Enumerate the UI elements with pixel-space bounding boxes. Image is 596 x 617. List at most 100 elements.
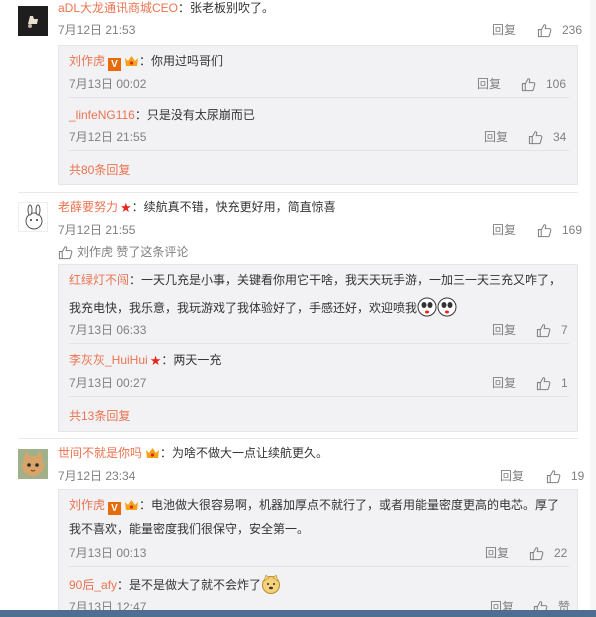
thumbs-up-icon <box>537 23 552 38</box>
thumbs-up-icon <box>537 223 552 238</box>
reply-text: 刘作虎 V ：电池做大很容易啊，机器加厚点不就行了，或者用能量密度更高的电芯。厚了 <box>69 496 559 515</box>
reply-username[interactable]: 90后_afy <box>69 578 117 592</box>
thumbs-up-icon <box>58 245 73 260</box>
like-count: 19 <box>571 469 585 483</box>
reply-body: 我充电快，我乐意，我玩游戏了我体验好了，手感还好，欢迎喷我 <box>69 301 418 315</box>
comment-username[interactable]: 世间不就是你吗 <box>58 446 142 460</box>
like-button[interactable]: 236 <box>537 22 582 38</box>
comment-body: ：张老板别吹了。 <box>178 1 275 15</box>
star-badge-icon: ★ <box>120 200 132 215</box>
comment-time: 7月12日 21:55 <box>58 223 136 237</box>
avatar[interactable] <box>18 449 48 479</box>
reply-text-continued: 我不喜欢，能量密度我们很保守，安全第一。 <box>69 520 309 538</box>
comment-time: 7月12日 21:53 <box>58 23 136 37</box>
reply-body: ：一天几充是小事，关键看你用它干啥，我天天玩手游，一加三一天三充又咋了， <box>129 273 562 287</box>
like-button[interactable]: 106 <box>521 76 566 92</box>
reply-text: 红绿灯不闯：一天几充是小事，关键看你用它干啥，我天天玩手游，一加三一天三充又咋了… <box>69 271 561 289</box>
comment-body: ：为啥不做大一点让续航更久。 <box>160 446 329 460</box>
reply-button[interactable]: 回复 <box>500 468 524 484</box>
scrollbar[interactable] <box>590 0 596 610</box>
reply-username[interactable]: 李灰灰_HuiHui <box>69 353 148 367</box>
avatar[interactable] <box>18 6 48 36</box>
reply-button[interactable]: 回复 <box>492 22 516 38</box>
thumbs-up-icon <box>536 323 551 338</box>
reply-body: ：两天一充 <box>161 353 222 367</box>
reply-button[interactable]: 回复 <box>492 222 516 238</box>
thumbs-up-icon <box>521 77 536 92</box>
like-count: 236 <box>562 23 583 37</box>
liked-by-text: 刘作虎 赞了这条评论 <box>77 245 189 259</box>
like-button[interactable]: 169 <box>537 222 582 238</box>
reply-body: ：只是没有太尿崩而已 <box>134 108 255 122</box>
like-count: 22 <box>554 546 568 560</box>
reply-text: _linfeNG116：只是没有太尿崩而已 <box>69 106 255 124</box>
comment-time: 7月12日 23:34 <box>58 469 136 483</box>
reply-text: 90后_afy：是不是做大了就不会炸了 <box>69 574 281 594</box>
star-badge-icon: ★ <box>149 353 162 368</box>
reply-text: 刘作虎 V ：你用过吗哥们 <box>69 52 223 71</box>
divider <box>69 97 569 98</box>
divider <box>18 438 578 439</box>
liked-by-notice: 刘作虎 赞了这条评论 <box>58 244 188 260</box>
thumbs-up-icon <box>536 376 551 391</box>
comment-text: 世间不就是你吗 ：为啥不做大一点让续航更久。 <box>58 444 328 462</box>
reply-username[interactable]: 刘作虎 <box>69 54 105 68</box>
like-count: 169 <box>562 223 583 237</box>
reply-body: ：电池做大很容易啊，机器加厚点不就行了，或者用能量密度更高的电芯。厚了 <box>139 498 560 512</box>
reply-body: ：是不是做大了就不会炸了 <box>117 578 262 592</box>
reply-username[interactable]: _linfeNG116 <box>69 108 135 122</box>
reply-button[interactable]: 回复 <box>485 545 509 561</box>
divider <box>69 396 569 397</box>
divider <box>69 150 569 151</box>
vip-crown-icon <box>125 500 139 510</box>
reply-button[interactable]: 回复 <box>484 129 508 145</box>
reply-list: 红绿灯不闯：一天几充是小事，关键看你用它干啥，我天天玩手游，一加三一天三充又咋了… <box>58 264 578 432</box>
reply-button[interactable]: 回复 <box>477 76 501 92</box>
like-button[interactable]: 7 <box>536 322 568 338</box>
verified-v-icon: V <box>108 502 122 515</box>
like-count: 7 <box>561 323 568 337</box>
reply-list: 刘作虎 V ：你用过吗哥们 7月13日 00:02 回复 106 _linfeNG1… <box>58 45 578 185</box>
thumbs-up-icon <box>529 546 544 561</box>
divider <box>69 566 569 567</box>
comment-text: 老薛要努力 ★：续航真不错，快充更好用，简直惊喜 <box>58 198 336 217</box>
emoji-face-icon <box>417 297 437 317</box>
avatar-image-icon <box>18 449 48 479</box>
like-button[interactable]: 34 <box>528 129 566 145</box>
like-button[interactable]: 19 <box>546 468 584 484</box>
vip-crown-icon <box>125 56 139 66</box>
reply-time: 7月13日 00:13 <box>69 546 147 560</box>
reply-username[interactable]: 刘作虎 <box>69 498 105 512</box>
avatar[interactable] <box>18 202 48 232</box>
emoji-face-icon <box>437 297 457 317</box>
reply-username[interactable]: 红绿灯不闯 <box>69 273 129 287</box>
more-replies-link[interactable]: 共13条回复 <box>69 408 130 424</box>
verified-v-icon: V <box>108 58 122 71</box>
more-replies-link[interactable]: 共80条回复 <box>69 162 130 178</box>
reply-time: 7月13日 06:33 <box>69 323 147 337</box>
like-button[interactable]: 1 <box>536 375 568 391</box>
reply-time: 7月13日 00:02 <box>69 77 147 91</box>
like-count: 106 <box>546 77 567 91</box>
comment-username[interactable]: 老薛要努力 <box>58 200 118 214</box>
reply-text-continued: 我充电快，我乐意，我玩游戏了我体验好了，手感还好，欢迎喷我 <box>69 297 457 317</box>
reply-list: 刘作虎 V ：电池做大很容易啊，机器加厚点不就行了，或者用能量密度更高的电芯。厚了 … <box>58 489 578 617</box>
reply-time: 7月13日 00:27 <box>69 376 147 390</box>
divider <box>18 192 578 193</box>
reply-button[interactable]: 回复 <box>492 375 516 391</box>
reply-button[interactable]: 回复 <box>492 322 516 338</box>
reply-text: 李灰灰_HuiHui ★：两天一充 <box>69 351 221 370</box>
comment-text: aDL大龙通讯商城CEO：张老板别吹了。 <box>58 0 274 17</box>
thumbs-up-icon <box>546 469 561 484</box>
reply-time: 7月12日 21:55 <box>69 130 147 144</box>
emoji-doge-icon <box>262 574 281 594</box>
bottom-taskbar <box>0 610 596 617</box>
avatar-image-icon <box>25 204 43 230</box>
like-count: 34 <box>553 130 567 144</box>
divider <box>69 343 569 344</box>
like-button[interactable]: 22 <box>529 545 567 561</box>
comment-body: ：续航真不错，快充更好用，简直惊喜 <box>131 200 336 214</box>
like-count: 1 <box>561 376 568 390</box>
avatar-image-icon <box>18 6 48 36</box>
comment-username[interactable]: aDL大龙通讯商城CEO <box>58 1 178 15</box>
